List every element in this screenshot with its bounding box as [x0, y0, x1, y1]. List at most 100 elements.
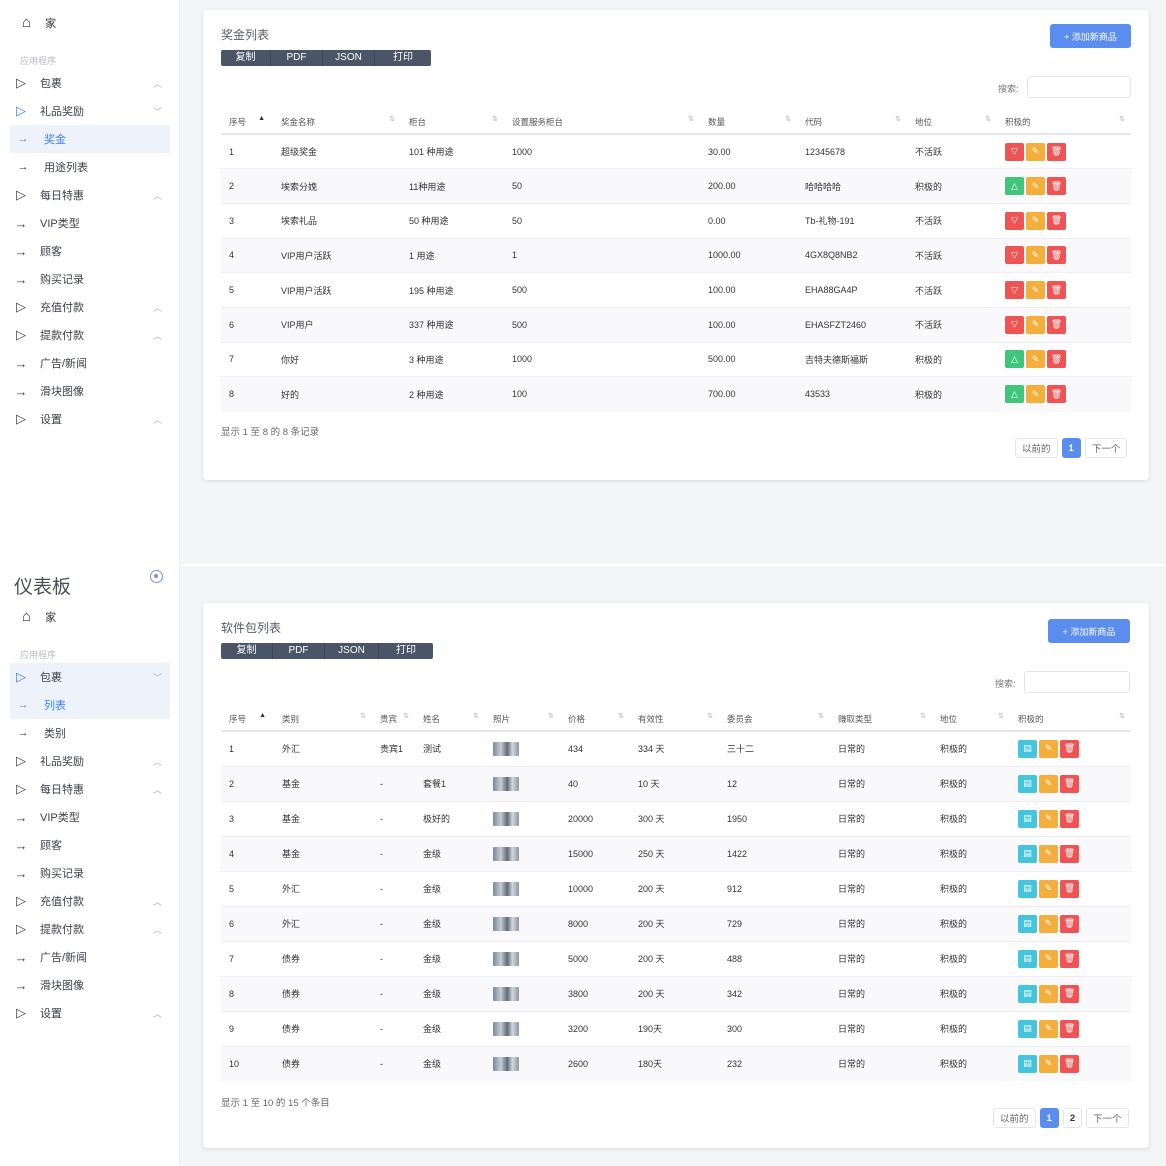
sidebar-home[interactable]: ⌂ 家 — [22, 608, 56, 625]
edit-pencil-icon[interactable]: ✎ — [1026, 246, 1045, 265]
column-header[interactable]: 照片 ⇅ — [485, 707, 560, 732]
edit-pencil-icon[interactable]: ✎ — [1039, 879, 1058, 898]
activate-triangle-icon[interactable]: △ — [1005, 177, 1024, 196]
sidebar-item-10[interactable]: → 广告/新闻 — [10, 943, 170, 971]
search-input[interactable] — [1024, 671, 1130, 693]
package-photo-thumbnail[interactable] — [493, 1021, 519, 1036]
next-page-button[interactable]: 下一个 — [1086, 1108, 1129, 1128]
sidebar-item-3[interactable]: → 用途列表 — [10, 153, 170, 181]
settings-circle-icon[interactable] — [150, 570, 163, 583]
sidebar-item-1[interactable]: → 列表 — [10, 691, 170, 719]
view-details-icon[interactable]: ▤ — [1018, 1054, 1037, 1073]
deactivate-triangle-icon[interactable]: ▽ — [1005, 211, 1024, 230]
view-details-icon[interactable]: ▤ — [1018, 949, 1037, 968]
sidebar-item-6[interactable]: → 顾客 — [10, 831, 170, 859]
sidebar-item-5[interactable]: → VIP类型 — [10, 209, 170, 237]
next-page-button[interactable]: 下一个 — [1084, 438, 1128, 458]
page-2-button[interactable]: 2 — [1062, 1108, 1083, 1128]
sidebar-item-7[interactable]: → 购买记录 — [10, 265, 170, 293]
view-details-icon[interactable]: ▤ — [1018, 809, 1037, 828]
sidebar-item-7[interactable]: → 购买记录 — [10, 859, 170, 887]
sidebar-item-10[interactable]: → 广告/新闻 — [10, 349, 170, 377]
package-photo-thumbnail[interactable] — [493, 846, 519, 861]
sidebar-item-8[interactable]: ▷ 充值付款 ︿ — [10, 293, 170, 321]
edit-pencil-icon[interactable]: ✎ — [1026, 315, 1045, 334]
sidebar-home[interactable]: ⌂ 家 — [22, 14, 56, 31]
deactivate-triangle-icon[interactable]: ▽ — [1005, 246, 1024, 265]
column-header[interactable]: 地位 ⇅ — [907, 110, 997, 135]
package-photo-thumbnail[interactable] — [493, 741, 519, 756]
delete-trash-icon[interactable]: 🗑 — [1047, 315, 1066, 334]
column-header[interactable]: 赚取类型 ⇅ — [830, 707, 932, 732]
edit-pencil-icon[interactable]: ✎ — [1039, 809, 1058, 828]
delete-trash-icon[interactable]: 🗑 — [1060, 984, 1079, 1003]
add-new-product-button[interactable]: + 添加新商品 — [1050, 24, 1131, 48]
sidebar-item-11[interactable]: → 滑块图像 — [10, 971, 170, 999]
package-photo-thumbnail[interactable] — [493, 916, 519, 931]
delete-trash-icon[interactable]: 🗑 — [1060, 1054, 1079, 1073]
edit-pencil-icon[interactable]: ✎ — [1026, 385, 1045, 404]
package-photo-thumbnail[interactable] — [493, 776, 519, 791]
package-photo-thumbnail[interactable] — [493, 951, 519, 966]
view-details-icon[interactable]: ▤ — [1018, 879, 1037, 898]
package-photo-thumbnail[interactable] — [493, 1056, 519, 1071]
delete-trash-icon[interactable]: 🗑 — [1060, 914, 1079, 933]
sidebar-item-0[interactable]: ▷ 包裹 ﹀ — [10, 663, 170, 691]
json-button[interactable]: JSON — [325, 643, 379, 659]
sidebar-item-2[interactable]: → 类别 — [10, 719, 170, 747]
column-header[interactable]: 贵宾 ⇅ — [372, 707, 415, 732]
edit-pencil-icon[interactable]: ✎ — [1039, 844, 1058, 863]
column-header[interactable]: 奖金名称 ⇅ — [273, 110, 401, 135]
sidebar-item-2[interactable]: → 奖金 — [10, 125, 170, 153]
edit-pencil-icon[interactable]: ✎ — [1026, 281, 1045, 300]
edit-pencil-icon[interactable]: ✎ — [1039, 1054, 1058, 1073]
column-header[interactable]: 代码 ⇅ — [797, 110, 907, 135]
column-header[interactable]: 有效性 ⇅ — [630, 707, 719, 732]
column-header[interactable]: 柜台 ⇅ — [401, 110, 504, 135]
deactivate-triangle-icon[interactable]: ▽ — [1005, 142, 1024, 161]
delete-trash-icon[interactable]: 🗑 — [1060, 949, 1079, 968]
page-1-button[interactable]: 1 — [1039, 1108, 1059, 1128]
column-header[interactable]: 价格 ⇅ — [560, 707, 630, 732]
package-photo-thumbnail[interactable] — [493, 881, 519, 896]
view-details-icon[interactable]: ▤ — [1018, 1019, 1037, 1038]
view-details-icon[interactable]: ▤ — [1018, 984, 1037, 1003]
delete-trash-icon[interactable]: 🗑 — [1047, 350, 1066, 369]
edit-pencil-icon[interactable]: ✎ — [1039, 774, 1058, 793]
delete-trash-icon[interactable]: 🗑 — [1047, 246, 1066, 265]
delete-trash-icon[interactable]: 🗑 — [1060, 879, 1079, 898]
package-photo-thumbnail[interactable] — [493, 986, 519, 1001]
print-button[interactable]: 打印 — [375, 50, 431, 66]
sidebar-item-11[interactable]: → 滑块图像 — [10, 377, 170, 405]
column-header[interactable]: 序号 ▲ — [221, 110, 273, 135]
edit-pencil-icon[interactable]: ✎ — [1039, 949, 1058, 968]
delete-trash-icon[interactable]: 🗑 — [1047, 142, 1066, 161]
view-details-icon[interactable]: ▤ — [1018, 774, 1037, 793]
column-header[interactable]: 设置服务柜台 ⇅ — [504, 110, 700, 135]
column-header[interactable]: 序号 ▲ — [221, 707, 274, 732]
sidebar-item-12[interactable]: ▷ 设置 ︿ — [10, 405, 170, 433]
deactivate-triangle-icon[interactable]: ▽ — [1005, 315, 1024, 334]
copy-button[interactable]: 复制 — [221, 50, 271, 66]
sidebar-item-12[interactable]: ▷ 设置 ︿ — [10, 999, 170, 1027]
copy-button[interactable]: 复制 — [221, 643, 273, 659]
activate-triangle-icon[interactable]: △ — [1005, 350, 1024, 369]
sidebar-item-9[interactable]: ▷ 提款付款 ︿ — [10, 915, 170, 943]
sidebar-item-3[interactable]: ▷ 礼品奖励 ︿ — [10, 747, 170, 775]
delete-trash-icon[interactable]: 🗑 — [1060, 1019, 1079, 1038]
deactivate-triangle-icon[interactable]: ▽ — [1005, 281, 1024, 300]
pdf-button[interactable]: PDF — [273, 643, 325, 659]
edit-pencil-icon[interactable]: ✎ — [1039, 984, 1058, 1003]
sidebar-item-5[interactable]: → VIP类型 — [10, 803, 170, 831]
activate-triangle-icon[interactable]: △ — [1005, 385, 1024, 404]
view-details-icon[interactable]: ▤ — [1018, 914, 1037, 933]
view-details-icon[interactable]: ▤ — [1018, 739, 1037, 758]
prev-page-button[interactable]: 以前的 — [993, 1108, 1036, 1128]
pdf-button[interactable]: PDF — [271, 50, 323, 66]
edit-pencil-icon[interactable]: ✎ — [1026, 177, 1045, 196]
sidebar-item-1[interactable]: ▷ 礼品奖励 ﹀ — [10, 97, 170, 125]
column-header[interactable]: 类别 ⇅ — [274, 707, 372, 732]
delete-trash-icon[interactable]: 🗑 — [1047, 281, 1066, 300]
package-photo-thumbnail[interactable] — [493, 811, 519, 826]
delete-trash-icon[interactable]: 🗑 — [1060, 739, 1079, 758]
